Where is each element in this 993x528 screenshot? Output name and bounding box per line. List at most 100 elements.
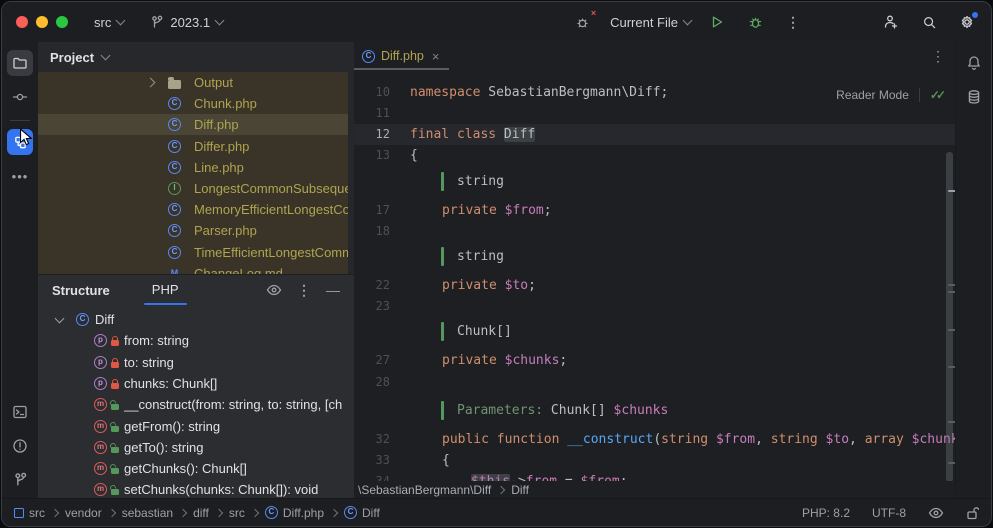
- vcs-branch-selector[interactable]: 2023.1: [150, 15, 225, 30]
- expand-chevron-icon[interactable]: [145, 77, 156, 88]
- status-path-item[interactable]: C Diff: [344, 506, 380, 520]
- debug-button[interactable]: [743, 10, 767, 34]
- code-text: final class Diff: [410, 124, 536, 145]
- file-type-icon-slot: C: [168, 203, 181, 217]
- notifications-button[interactable]: [961, 50, 987, 76]
- view-options-eye-icon[interactable]: [266, 284, 282, 296]
- project-item[interactable]: I LongestCommonSubsequence: [38, 178, 348, 199]
- close-tab-icon[interactable]: ×: [432, 50, 440, 63]
- line-number: 17: [375, 202, 390, 217]
- breadcrumb-item[interactable]: \SebastianBergmann\Diff: [358, 483, 491, 497]
- project-item[interactable]: C Parser.php: [38, 220, 348, 241]
- structure-member-item[interactable]: m getTo(): string: [38, 437, 354, 458]
- status-path-item[interactable]: sebastian: [122, 506, 173, 520]
- search-everywhere-button[interactable]: [917, 10, 941, 34]
- database-tool-button[interactable]: [961, 84, 987, 110]
- line-number: 18: [375, 223, 390, 238]
- structure-member-item[interactable]: p chunks: Chunk[]: [38, 373, 354, 394]
- chevron-down-icon[interactable]: [100, 50, 111, 61]
- debugger-listener-icon[interactable]: ×: [570, 9, 596, 34]
- hide-panel-button[interactable]: —: [326, 282, 340, 298]
- editor-scrollbar-thumb[interactable]: [946, 152, 953, 482]
- status-path-item[interactable]: src: [229, 506, 245, 520]
- unlocked-padlock-icon[interactable]: [966, 506, 979, 520]
- tab-options-button[interactable]: ⋮: [931, 48, 946, 65]
- project-item[interactable]: C Differ.php: [38, 136, 348, 157]
- reader-mode-indicator[interactable]: Reader Mode ✓✓: [836, 88, 946, 102]
- more-actions-button[interactable]: ⋮: [781, 10, 805, 34]
- structure-more-button[interactable]: ⋮: [297, 282, 311, 299]
- structure-root-item[interactable]: C Diff: [38, 309, 354, 330]
- code-text: string: [457, 246, 504, 267]
- project-item[interactable]: C TimeEfficientLongestCommon: [38, 242, 348, 263]
- structure-member-item[interactable]: m setChunks(chunks: Chunk[]): void: [38, 479, 354, 499]
- reader-mode-eye-icon[interactable]: [928, 507, 944, 519]
- file-type-icon-slot: C: [168, 97, 181, 111]
- breadcrumb-item[interactable]: Diff: [511, 483, 529, 497]
- collapse-chevron-icon[interactable]: [54, 313, 65, 323]
- zoom-window-button[interactable]: [56, 16, 68, 28]
- doc-comment-bar: [441, 246, 444, 266]
- code-token: private: [442, 352, 497, 368]
- status-path-label: diff: [193, 505, 209, 520]
- code-line: 28: [354, 372, 960, 393]
- project-tool-button[interactable]: [7, 50, 33, 76]
- chevron-down-icon: [682, 15, 693, 26]
- code-token: (: [653, 431, 662, 447]
- more-tool-windows-button[interactable]: •••: [7, 163, 33, 189]
- code-token: ;: [543, 202, 552, 218]
- structure-member-item[interactable]: p to: string: [38, 352, 354, 373]
- project-item[interactable]: C MemoryEfficientLongestComm: [38, 199, 348, 220]
- code-with-me-button[interactable]: [879, 10, 903, 34]
- line-number: 10: [375, 84, 390, 99]
- status-path-item[interactable]: diff: [193, 506, 209, 520]
- structure-tab-php[interactable]: PHP: [143, 275, 187, 305]
- structure-member-item[interactable]: p from: string: [38, 330, 354, 351]
- code-token: string: [661, 431, 709, 447]
- settings-button[interactable]: [955, 10, 979, 34]
- status-path-label: Diff: [362, 505, 380, 520]
- editor-tab-diff-php[interactable]: C Diff.php ×: [354, 42, 450, 70]
- structure-member-item[interactable]: m __construct(from: string, to: string, […: [38, 394, 354, 415]
- method-icon: m: [94, 483, 107, 497]
- code-text: private $chunks;: [442, 350, 567, 371]
- run-button[interactable]: [705, 10, 729, 34]
- project-item[interactable]: C Chunk.php: [38, 93, 348, 114]
- class-icon: C: [344, 506, 358, 519]
- status-path-item[interactable]: C Diff.php: [264, 506, 324, 520]
- structure-member-item[interactable]: m getFrom(): string: [38, 416, 354, 437]
- status-path-item[interactable]: src: [14, 506, 45, 520]
- commit-tool-button[interactable]: [7, 84, 33, 110]
- status-path-item[interactable]: vendor: [65, 506, 102, 520]
- project-panel-title: Project: [50, 49, 95, 65]
- stripe-divider: [10, 120, 30, 121]
- project-item[interactable]: M ChangeLog.md: [38, 263, 348, 274]
- version-control-tool-button[interactable]: [7, 467, 33, 493]
- structure-member-label: getChunks(): Chunk[]: [124, 461, 247, 477]
- structure-member-item[interactable]: m getChunks(): Chunk[]: [38, 458, 354, 479]
- php-version-widget[interactable]: PHP: 8.2: [802, 506, 850, 520]
- status-breadcrumbs: src vendor sebastian diff src C Diff.php C Diff: [14, 506, 380, 520]
- file-type-icon-slot: [168, 76, 181, 89]
- rendered-doc-comment-line: Parameters: Chunk[] $chunks: [354, 400, 960, 421]
- close-window-button[interactable]: [16, 16, 28, 28]
- run-configuration-selector[interactable]: Current File: [610, 15, 693, 30]
- project-selector[interactable]: src: [94, 15, 126, 30]
- minimize-window-button[interactable]: [36, 16, 48, 28]
- code-token: private: [442, 202, 497, 218]
- inspections-ok-icon[interactable]: ✓✓: [930, 88, 946, 102]
- project-item[interactable]: Output: [38, 72, 348, 93]
- structure-tool-button[interactable]: [7, 129, 33, 155]
- editor-tab-bar: C Diff.php × ⋮: [354, 42, 960, 70]
- code-text: string: [457, 171, 504, 192]
- project-item[interactable]: C Diff.php: [38, 114, 348, 136]
- encoding-widget[interactable]: UTF-8: [872, 506, 906, 520]
- structure-member-label: __construct(from: string, to: string, [c…: [124, 397, 343, 413]
- terminal-tool-button[interactable]: [7, 399, 33, 425]
- project-item[interactable]: C Line.php: [38, 157, 348, 178]
- code-viewport[interactable]: 10 namespace SebastianBergmann\Diff; 11 12 f…: [354, 70, 960, 485]
- problems-tool-button[interactable]: [7, 433, 33, 459]
- structure-member-label: from: string: [124, 333, 190, 349]
- property-icon: p: [94, 334, 107, 348]
